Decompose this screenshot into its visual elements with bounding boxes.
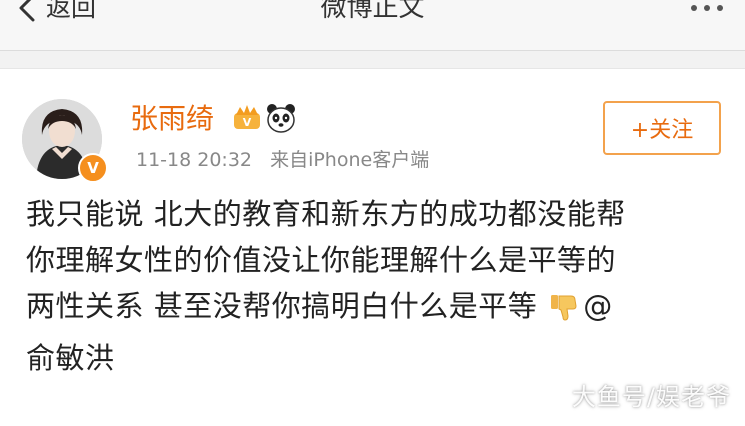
vip-crown-icon: V — [234, 105, 260, 129]
follow-button[interactable]: +关注 — [603, 101, 721, 155]
more-dots-icon[interactable] — [691, 0, 723, 16]
post-source: 来自iPhone客户端 — [270, 149, 430, 171]
post-text-line: 我只能说 北大的教育和新东方的成功都没能帮 — [26, 197, 626, 231]
author-name[interactable]: 张雨绮 — [130, 101, 214, 137]
post-card: V 张雨绮 V 11-18 20:32 来自iPhone客户端 +关注 我只能说… — [0, 69, 745, 426]
post-text-line: 你理解女性的价值没让你能理解什么是平等的 — [26, 243, 617, 277]
watermark: 大鱼号/娱老爷 — [571, 383, 731, 411]
page-title: 微博正文 — [320, 0, 425, 23]
nav-bar: 返回 微博正文 — [0, 0, 745, 51]
svg-text:V: V — [243, 116, 252, 129]
post-text: 我只能说 北大的教育和新东方的成功都没能帮 你理解女性的价值没让你能理解什么是平… — [26, 191, 716, 381]
post-meta: 11-18 20:32 来自iPhone客户端 — [132, 147, 429, 173]
panda-icon — [267, 104, 295, 133]
post-timestamp: 11-18 20:32 — [136, 149, 253, 171]
mention-at-sign[interactable]: @ — [583, 289, 613, 323]
verified-badge-icon: V — [78, 153, 108, 183]
mention-link[interactable]: 俞敏洪 — [26, 335, 716, 381]
section-divider — [0, 51, 745, 69]
post-text-line-last: 两性关系 甚至没帮你搞明白什么是平等 @ — [26, 283, 716, 335]
post-text-line: 两性关系 甚至没帮你搞明白什么是平等 — [26, 289, 538, 323]
thumbs-down-emoji-icon — [549, 289, 579, 335]
